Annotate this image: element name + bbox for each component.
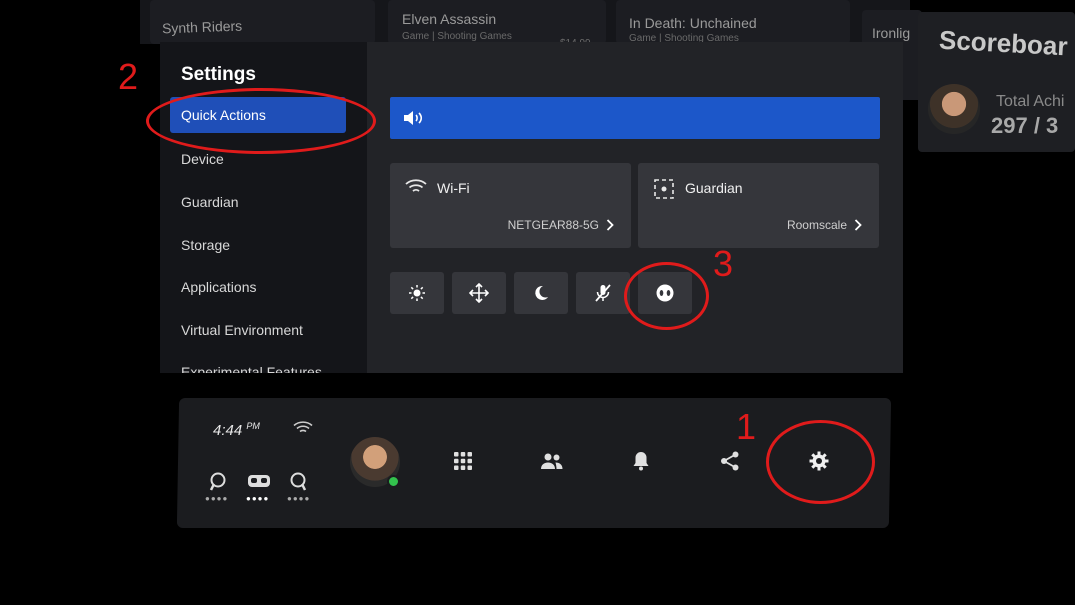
night-mode-button[interactable]: [514, 272, 568, 314]
sidebar-item-storage[interactable]: Storage: [181, 237, 230, 253]
volume-slider[interactable]: [390, 97, 880, 139]
brightness-icon: [409, 285, 425, 301]
left-controller-icon: [209, 472, 226, 491]
scoreboard-value: 297 / 3: [991, 113, 1059, 138]
wifi-label: Wi-Fi: [437, 180, 470, 196]
scoreboard-label: Total Achi: [996, 93, 1065, 110]
sidebar-item-virtual-environment[interactable]: Virtual Environment: [181, 322, 303, 338]
settings-title: Settings: [181, 64, 256, 85]
night-mode-icon: [535, 285, 548, 300]
bell-icon: [633, 452, 649, 471]
store-card-title: Synth Riders: [161, 17, 243, 37]
left-controller-battery-dots: ●●●●: [205, 494, 229, 503]
wifi-icon: [405, 179, 427, 192]
annotation-circle-quick-actions: [146, 88, 376, 154]
guardian-mode-value: Roomscale: [786, 218, 847, 232]
sidebar-item-experimental-features[interactable]: Experimental Features: [181, 364, 322, 373]
right-controller-battery-dots: ●●●●: [287, 494, 311, 503]
share-button[interactable]: [717, 448, 743, 474]
apps-button[interactable]: [450, 448, 476, 474]
annotation-number-3: 3: [713, 243, 734, 284]
store-card-subtitle: Game | Shooting Games: [402, 31, 512, 42]
sidebar-item-applications[interactable]: Applications: [181, 279, 257, 295]
wifi-status-icon: [293, 421, 313, 433]
people-icon: [541, 453, 563, 469]
wifi-network-name: NETGEAR88-5G: [507, 218, 599, 232]
sidebar-item-device[interactable]: Device: [181, 151, 224, 167]
clock-time: 4:44: [213, 422, 243, 439]
scoreboard-title: Scoreboar: [938, 24, 1069, 62]
clock: 4:44 PM: [213, 421, 260, 439]
headset-battery-dots: ●●●●: [246, 494, 270, 503]
move-button[interactable]: [452, 272, 506, 314]
sidebar-item-guardian[interactable]: Guardian: [181, 194, 239, 210]
store-card-title: Ironlig: [872, 25, 911, 41]
brightness-button[interactable]: [390, 272, 444, 314]
mic-mute-icon: [595, 284, 611, 302]
speaker-icon: [404, 111, 423, 125]
chevron-right-icon: [854, 219, 862, 231]
annotation-circle-settings: [766, 420, 875, 504]
people-button[interactable]: [539, 448, 565, 474]
move-icon: [469, 283, 489, 303]
annotation-circle-passthrough: [624, 262, 709, 330]
share-icon: [721, 451, 739, 471]
mic-mute-button[interactable]: [576, 272, 630, 314]
wifi-tile[interactable]: Wi-Fi NETGEAR88-5G: [390, 163, 631, 248]
annotation-number-1: 1: [736, 406, 757, 447]
quick-actions-content: Wi-Fi NETGEAR88-5G Guardian Roomscale: [367, 42, 903, 373]
notifications-button[interactable]: [628, 448, 654, 474]
chevron-right-icon: [606, 219, 614, 231]
annotation-number-2: 2: [118, 56, 139, 97]
guardian-icon: [654, 179, 674, 199]
headset-icon: [248, 475, 270, 487]
clock-ampm: PM: [246, 421, 260, 431]
guardian-label: Guardian: [685, 180, 743, 196]
store-card-title: In Death: Unchained: [629, 15, 757, 31]
apps-grid-icon: [454, 452, 472, 470]
store-card-title: Elven Assassin: [402, 11, 497, 27]
scoreboard-avatar: [928, 84, 980, 134]
guardian-tile[interactable]: Guardian Roomscale: [638, 163, 879, 248]
right-controller-icon: [290, 472, 307, 491]
online-status-dot: [387, 475, 400, 488]
